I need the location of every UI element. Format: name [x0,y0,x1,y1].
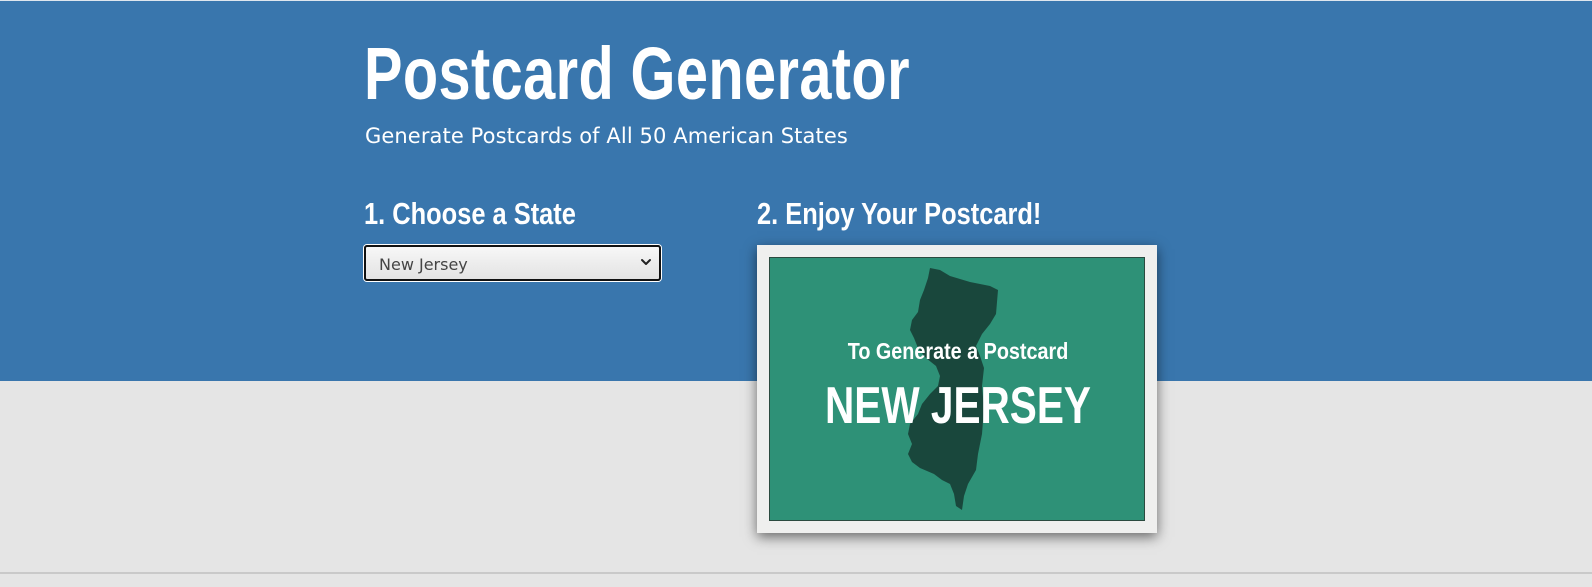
state-select-value: New Jersey [379,255,468,274]
postcard: To Generate a Postcard NEW JERSEY [757,245,1157,533]
postcard-state-name: NEW JERSEY [825,377,1091,435]
page: Postcard Generator Generate Postcards of… [0,0,1592,587]
step-enjoy-heading: 2. Enjoy Your Postcard! [757,196,1042,231]
page-title: Postcard Generator [364,32,910,115]
step-choose-heading: 1. Choose a State [364,196,576,231]
bottom-divider [0,572,1592,574]
postcard-face: To Generate a Postcard NEW JERSEY [769,257,1145,521]
state-select[interactable]: New Jersey [364,245,661,281]
chevron-down-icon [641,259,651,265]
postcard-tagline: To Generate a Postcard [847,338,1069,364]
page-subtitle: Generate Postcards of All 50 American St… [365,124,848,148]
